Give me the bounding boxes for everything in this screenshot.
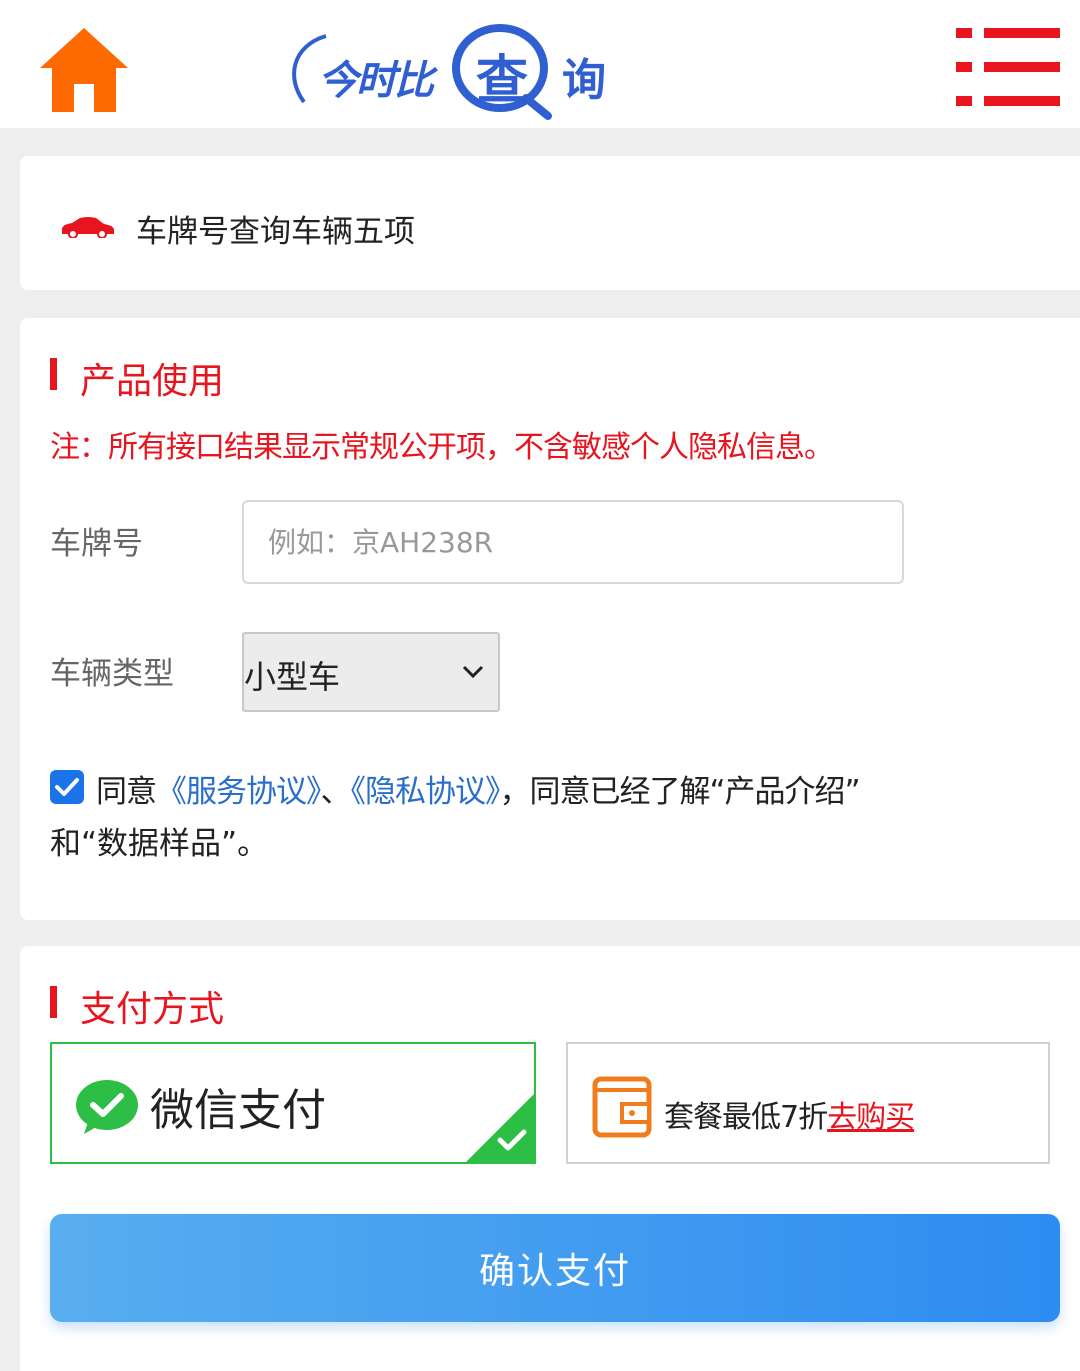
package-discount-text: 套餐最低7折去购买	[664, 1092, 915, 1136]
section-accent-bar	[50, 986, 57, 1018]
top-header: 今时比 查 询	[0, 0, 1080, 128]
agree-checkbox[interactable]	[50, 770, 84, 804]
plate-label: 车牌号	[50, 526, 143, 562]
agreement-line-1: 同意《服务协议》、《隐私协议》，同意已经了解“产品介绍”	[96, 766, 861, 811]
wechat-icon	[76, 1080, 138, 1134]
usage-section-title: 产品使用	[80, 361, 225, 402]
agreement-line-2: 和“数据样品”。	[50, 826, 269, 862]
package-option: 套餐最低7折去购买	[566, 1042, 1050, 1164]
plate-number-input[interactable]	[242, 500, 904, 584]
agree-middle-text: ，同意已经了解“产品介绍”	[499, 774, 861, 810]
section-accent-bar	[50, 358, 57, 390]
checkmark-icon	[55, 778, 79, 796]
home-icon[interactable]	[38, 26, 130, 114]
service-agreement-link[interactable]: 《服务协议》	[156, 774, 321, 810]
vehicle-type-value: 小型车	[244, 658, 341, 696]
vehicle-type-label: 车辆类型	[50, 656, 174, 692]
vehicle-type-select[interactable]: 小型车	[242, 632, 500, 712]
agree-separator: 、	[320, 774, 352, 810]
site-logo[interactable]: 今时比 查 询	[282, 18, 612, 122]
car-icon	[62, 217, 114, 238]
product-title: 车牌号查询车辆五项	[136, 214, 415, 250]
wechat-pay-option[interactable]: 微信支付	[50, 1042, 536, 1164]
confirm-payment-button[interactable]: 确认支付	[50, 1214, 1060, 1322]
wallet-icon	[592, 1076, 652, 1138]
logo-text-center: 查	[476, 52, 529, 110]
selected-check-icon	[466, 1094, 534, 1162]
menu-icon[interactable]	[956, 28, 1060, 108]
usage-card: 产品使用 注：所有接口结果显示常规公开项，不含敏感个人隐私信息。 车牌号 车辆类…	[20, 318, 1080, 920]
logo-text-left: 今时比	[318, 59, 434, 103]
payment-section-title: 支付方式	[80, 989, 225, 1030]
privacy-note: 注：所有接口结果显示常规公开项，不含敏感个人隐私信息。	[50, 430, 834, 465]
package-discount-label: 套餐最低7折	[664, 1100, 828, 1135]
payment-card: 支付方式 微信支付 套餐最低7折去购买 确认支付	[20, 946, 1080, 1371]
product-card: 车牌号查询车辆五项	[20, 156, 1080, 290]
buy-package-link[interactable]: 去购买	[827, 1100, 915, 1135]
privacy-agreement-link[interactable]: 《隐私协议》	[351, 774, 501, 810]
chevron-down-icon	[462, 665, 484, 679]
agree-prefix: 同意	[96, 774, 157, 810]
wechat-pay-label: 微信支付	[150, 1085, 326, 1136]
logo-text-right: 询	[562, 56, 606, 105]
